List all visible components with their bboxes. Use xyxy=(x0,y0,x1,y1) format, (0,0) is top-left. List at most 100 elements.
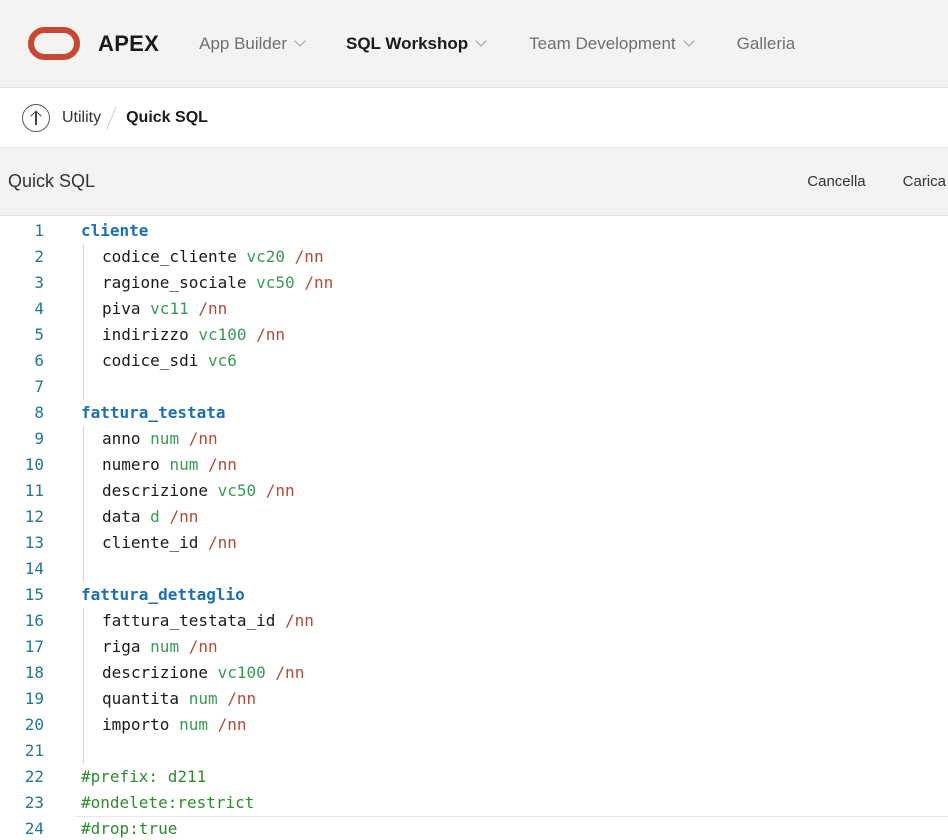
code-line[interactable]: 4 piva vc11 /nn xyxy=(0,296,948,322)
line-number: 18 xyxy=(24,663,44,682)
code-line[interactable]: 11 descrizione vc50 /nn xyxy=(0,478,948,504)
column-type: vc50 xyxy=(217,481,257,500)
column-name: fattura_testata_id xyxy=(102,611,276,630)
column-name: piva xyxy=(102,299,141,318)
column-option: /nn xyxy=(265,481,295,500)
code-line[interactable]: 16 fattura_testata_id /nn xyxy=(0,608,948,634)
load-button[interactable]: Carica xyxy=(903,173,946,190)
code-line[interactable]: 3 ragione_sociale vc50 /nn xyxy=(0,270,948,296)
column-option: /nn xyxy=(198,299,228,318)
column-name: riga xyxy=(102,637,141,656)
column-name: anno xyxy=(102,429,141,448)
code-line[interactable]: 18 descrizione vc100 /nn xyxy=(0,660,948,686)
code-line[interactable]: 20 importo num /nn xyxy=(0,712,948,738)
oracle-logo-icon[interactable] xyxy=(28,27,80,60)
line-number: 5 xyxy=(34,325,44,344)
code-editor[interactable]: 1 cliente 2 codice_cliente vc20 /nn 3 ragione… xyxy=(0,216,948,840)
column-type: vc100 xyxy=(198,325,247,344)
nav-team-development[interactable]: Team Development xyxy=(529,33,695,54)
column-type: num xyxy=(179,715,208,734)
code-line[interactable]: 22 #prefix: d211 xyxy=(0,764,948,790)
column-definition: quantita num /nn xyxy=(102,686,256,712)
column-name: numero xyxy=(102,455,160,474)
chevron-down-icon xyxy=(475,35,487,47)
code-line[interactable]: 13 cliente_id /nn xyxy=(0,530,948,556)
arrow-up-icon[interactable] xyxy=(22,103,50,132)
brand-title[interactable]: APEX xyxy=(98,31,159,57)
column-definition: anno num /nn xyxy=(102,426,218,452)
line-number: 16 xyxy=(24,611,44,630)
indent-guide xyxy=(83,608,84,634)
column-option: /nn xyxy=(169,507,199,526)
line-number: 14 xyxy=(24,559,44,578)
code-line[interactable]: 24 #drop:true xyxy=(0,816,948,840)
breadcrumb-item-utility[interactable]: Utility xyxy=(62,109,101,127)
column-type: vc20 xyxy=(246,247,286,266)
nav-app-builder-label: App Builder xyxy=(199,33,287,53)
region-title: Quick SQL xyxy=(8,171,96,191)
table-name: fattura_dettaglio xyxy=(81,585,245,604)
indent-guide xyxy=(83,296,84,322)
indent-guide xyxy=(83,374,84,400)
line-number: 24 xyxy=(24,819,44,838)
code-line[interactable]: 8 fattura_testata xyxy=(0,400,948,426)
code-line[interactable]: 9 anno num /nn xyxy=(0,426,948,452)
table-name: cliente xyxy=(81,221,149,240)
indent-guide xyxy=(83,660,84,686)
code-line[interactable]: 5 indirizzo vc100 /nn xyxy=(0,322,948,348)
column-option: /nn xyxy=(207,455,237,474)
cancel-button[interactable]: Cancella xyxy=(807,173,865,190)
column-name: data xyxy=(102,507,141,526)
line-number: 22 xyxy=(24,767,44,786)
nav-galleria[interactable]: Galleria xyxy=(737,34,796,54)
code-line[interactable]: 1 cliente xyxy=(0,218,948,244)
column-type: num xyxy=(188,689,218,708)
code-line[interactable]: 21 xyxy=(0,738,948,764)
code-line[interactable]: 12 data d /nn xyxy=(0,504,948,530)
line-number: 23 xyxy=(24,793,44,812)
code-line[interactable]: 17 riga num /nn xyxy=(0,634,948,660)
chevron-down-icon xyxy=(682,35,695,47)
line-number: 1 xyxy=(34,221,44,240)
column-option: /nn xyxy=(188,637,218,656)
current-line-border xyxy=(75,816,948,817)
column-name: codice_cliente xyxy=(102,247,237,266)
nav-sql-workshop[interactable]: SQL Workshop xyxy=(346,34,487,54)
table-name: fattura_testata xyxy=(81,403,226,422)
line-number: 7 xyxy=(34,377,44,396)
nav-app-builder[interactable]: App Builder xyxy=(199,33,306,54)
indent-guide xyxy=(83,452,84,478)
line-number: 20 xyxy=(24,715,44,734)
line-number: 13 xyxy=(24,533,44,552)
column-definition: ragione_sociale vc50 /nn xyxy=(102,270,333,296)
indent-guide xyxy=(83,270,84,296)
code-line[interactable]: 2 codice_cliente vc20 /nn xyxy=(0,244,948,270)
code-line[interactable]: 15 fattura_dettaglio xyxy=(0,582,948,608)
column-type: d xyxy=(150,507,160,526)
column-option: /nn xyxy=(275,663,305,682)
column-type: vc100 xyxy=(217,663,266,682)
code-line[interactable]: 6 codice_sdi vc6 xyxy=(0,348,948,374)
breadcrumb-current: Quick SQL xyxy=(126,108,208,126)
code-line[interactable]: 14 xyxy=(0,556,948,582)
code-line[interactable]: 19 quantita num /nn xyxy=(0,686,948,712)
column-name: ragione_sociale xyxy=(102,273,247,292)
indent-guide xyxy=(83,426,84,452)
column-name: quantita xyxy=(102,689,180,708)
code-line[interactable]: 7 xyxy=(0,374,948,400)
code-line[interactable]: 23 #ondelete:restrict xyxy=(0,790,948,816)
line-number: 17 xyxy=(24,637,44,656)
column-type: vc11 xyxy=(150,299,189,318)
column-option: /nn xyxy=(285,611,314,630)
breadcrumb-separator xyxy=(106,106,117,129)
line-number: 2 xyxy=(34,247,44,266)
indent-guide xyxy=(83,686,84,712)
column-definition: descrizione vc100 /nn xyxy=(102,660,304,686)
nav-galleria-label: Galleria xyxy=(736,33,796,53)
line-number: 19 xyxy=(24,689,44,708)
column-definition: data d /nn xyxy=(102,504,198,530)
column-definition: codice_cliente vc20 /nn xyxy=(102,244,324,270)
line-number: 3 xyxy=(34,273,44,292)
nav-team-development-label: Team Development xyxy=(529,33,676,53)
code-line[interactable]: 10 numero num /nn xyxy=(0,452,948,478)
